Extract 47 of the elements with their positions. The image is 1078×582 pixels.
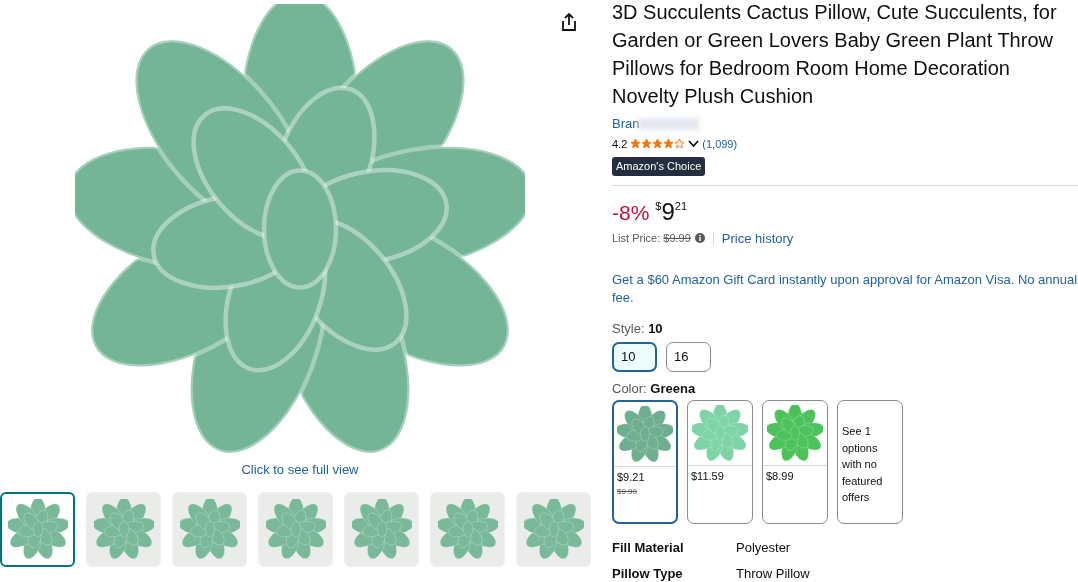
spec-value: Throw Pillow	[736, 564, 810, 582]
rating-value: 4.2	[612, 136, 628, 152]
color-value: Greena	[650, 380, 696, 396]
brand-link[interactable]: Bran	[612, 114, 640, 134]
color-option[interactable]: $11.59	[687, 400, 753, 524]
list-price: $9.99	[663, 231, 691, 246]
product-title: 3D Succulents Cactus Pillow, Cute Succulents, for Garden or Green Lovers Baby Green Plant Throw Pillows for Bedroom Room Home Decoration Novelty Plush Cushion	[612, 0, 1058, 109]
pillow-thumbnail-drawing	[351, 499, 412, 559]
style-option[interactable]: 10	[612, 341, 657, 372]
spec-name: Pillow Type	[612, 564, 684, 582]
full-view-link[interactable]: Click to see full view	[241, 460, 359, 480]
pillow-thumbnail-drawing	[437, 499, 498, 559]
reviews-link[interactable]: (1,099)	[702, 135, 738, 152]
option-price: $8.99	[766, 469, 795, 484]
chevron-down-icon[interactable]	[688, 139, 700, 148]
star-icon	[674, 138, 686, 150]
gift-card-offer-link[interactable]: Get a $60 Amazon Gift Card instantly upon approval for Amazon Visa. No annual fee.	[612, 271, 1078, 307]
star-icon	[641, 138, 653, 150]
thumbnail[interactable]	[0, 491, 75, 567]
share-icon[interactable]	[559, 12, 579, 32]
info-icon[interactable]	[694, 233, 705, 244]
pillow-thumbnail-drawing	[179, 499, 240, 559]
pillow-thumbnail-drawing	[265, 499, 326, 559]
style-label: Style:	[612, 321, 646, 336]
style-option[interactable]: 16	[666, 341, 711, 372]
pillow-thumbnail-drawing	[93, 499, 154, 559]
color-option[interactable]: $8.99	[762, 400, 828, 524]
pillow-thumbnail-drawing	[523, 499, 584, 559]
discount-percent: -8%	[612, 199, 650, 226]
spec-value: Polyester	[736, 539, 791, 557]
star-rating[interactable]	[630, 138, 686, 150]
blurred-brand-placeholder	[639, 117, 700, 130]
star-icon	[630, 138, 642, 150]
spec-name: Fill Material	[612, 539, 685, 557]
star-icon	[652, 138, 664, 150]
style-value: 10	[648, 321, 663, 336]
option-old-price: $9.99	[617, 485, 639, 498]
list-price-label: List Price:	[612, 231, 661, 246]
color-option[interactable]: $9.21 $9.99	[612, 400, 678, 524]
star-icon	[663, 138, 675, 150]
color-option[interactable]: See 1 options with no featured offers	[837, 400, 903, 524]
price-history-link[interactable]: Price history	[721, 228, 794, 248]
option-price: $9.21	[617, 470, 646, 485]
option-price: $11.59	[691, 469, 725, 484]
choice-badge: Amazon's Choice	[612, 157, 706, 176]
color-label: Color:	[612, 380, 648, 396]
pillow-thumbnail-drawing	[7, 499, 68, 559]
